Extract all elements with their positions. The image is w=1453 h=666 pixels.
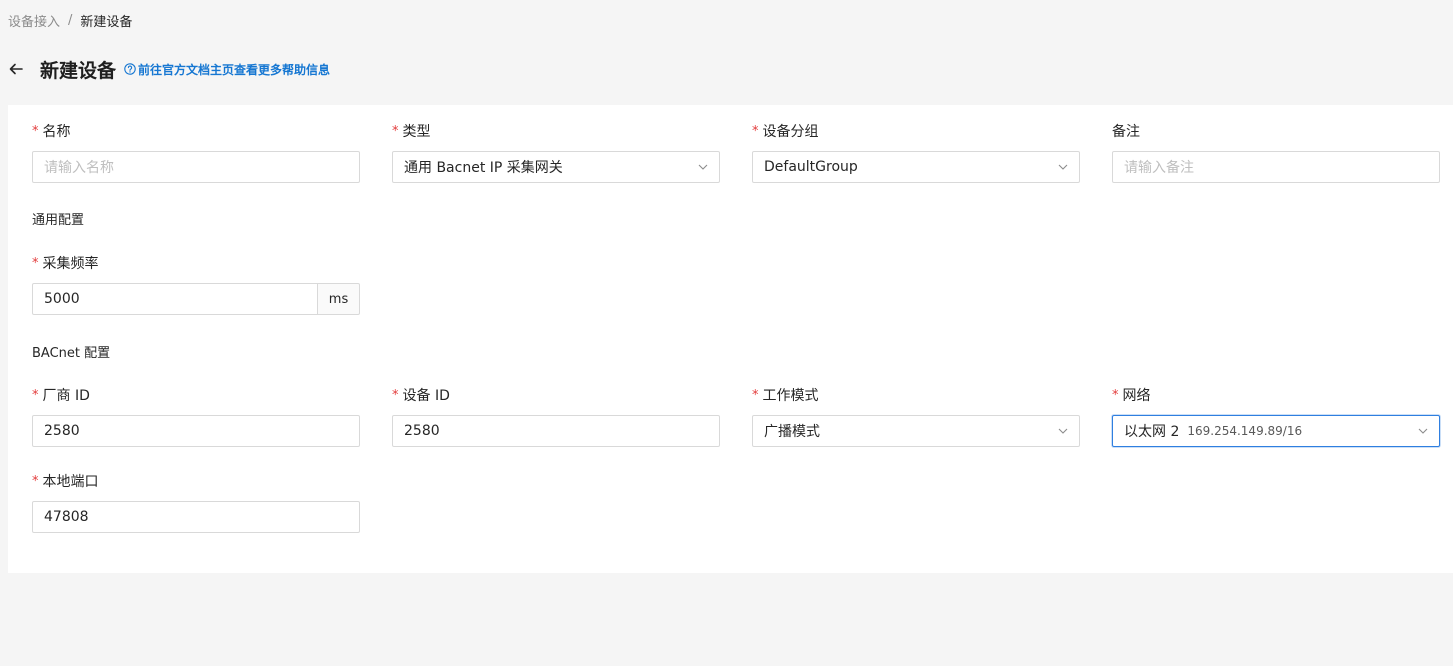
vendor-id-value: 2580 xyxy=(44,423,80,439)
required-mark: * xyxy=(392,388,399,403)
device-id-input[interactable]: 2580 xyxy=(392,415,720,447)
name-input[interactable]: 请输入名称 xyxy=(32,151,360,183)
page-header: 新建设备 前往官方文档主页查看更多帮助信息 xyxy=(8,55,330,83)
type-value: 通用 Bacnet IP 采集网关 xyxy=(404,160,563,176)
page-title: 新建设备 xyxy=(40,59,117,82)
network-label: 网络 xyxy=(1122,388,1151,404)
device-form: * 名称 请输入名称 * 类型 通用 Bacnet IP 采集网关 * 设备分组 De… xyxy=(8,105,1453,573)
frequency-input[interactable]: 5000 xyxy=(32,283,318,315)
frequency-label: 采集频率 xyxy=(42,256,99,272)
chevron-down-icon xyxy=(1058,428,1068,434)
remark-label: 备注 xyxy=(1112,124,1140,140)
chevron-down-icon xyxy=(1058,164,1068,170)
general-config-title: 通用配置 xyxy=(32,213,85,228)
work-mode-field: * 工作模式 广播模式 xyxy=(752,386,1080,447)
bacnet-config-title: BACnet 配置 xyxy=(32,346,111,361)
required-mark: * xyxy=(752,124,759,139)
frequency-unit: ms xyxy=(318,283,360,315)
remark-field: 备注 请输入备注 xyxy=(1112,122,1440,183)
work-mode-select[interactable]: 广播模式 xyxy=(752,415,1080,447)
type-label: 类型 xyxy=(402,124,431,140)
network-ip: 169.254.149.89/16 xyxy=(1187,424,1303,438)
type-select[interactable]: 通用 Bacnet IP 采集网关 xyxy=(392,151,720,183)
work-mode-value: 广播模式 xyxy=(764,424,820,440)
chevron-down-icon xyxy=(1418,428,1428,434)
breadcrumb: 设备接入 / 新建设备 xyxy=(8,11,132,30)
required-mark: * xyxy=(32,474,39,489)
local-port-input[interactable]: 47808 xyxy=(32,501,360,533)
required-mark: * xyxy=(32,388,39,403)
local-port-value: 47808 xyxy=(44,509,89,525)
chevron-down-icon xyxy=(698,164,708,170)
question-circle-icon xyxy=(124,63,136,75)
arrow-left-icon[interactable] xyxy=(8,61,24,77)
required-mark: * xyxy=(32,124,39,139)
network-value: 以太网 2 xyxy=(1124,424,1180,440)
vendor-id-label: 厂商 ID xyxy=(42,388,90,404)
vendor-id-field: * 厂商 ID 2580 xyxy=(32,386,360,447)
group-select[interactable]: DefaultGroup xyxy=(752,151,1080,183)
vendor-id-input[interactable]: 2580 xyxy=(32,415,360,447)
local-port-field: * 本地端口 47808 xyxy=(32,472,360,533)
group-label: 设备分组 xyxy=(762,124,819,140)
device-id-label: 设备 ID xyxy=(402,388,450,404)
remark-input[interactable]: 请输入备注 xyxy=(1112,151,1440,183)
help-doc-link[interactable]: 前往官方文档主页查看更多帮助信息 xyxy=(124,61,330,78)
device-id-field: * 设备 ID 2580 xyxy=(392,386,720,447)
breadcrumb-parent[interactable]: 设备接入 xyxy=(8,11,60,30)
breadcrumb-current: 新建设备 xyxy=(80,15,133,30)
help-link-text: 前往官方文档主页查看更多帮助信息 xyxy=(138,62,331,77)
network-field: * 网络 以太网 2 169.254.149.89/16 xyxy=(1112,386,1440,447)
name-placeholder: 请输入名称 xyxy=(44,160,114,176)
device-id-value: 2580 xyxy=(404,423,440,439)
breadcrumb-separator: / xyxy=(68,13,73,28)
type-field: * 类型 通用 Bacnet IP 采集网关 xyxy=(392,122,720,183)
remark-placeholder: 请输入备注 xyxy=(1124,160,1194,176)
group-value: DefaultGroup xyxy=(764,159,858,175)
work-mode-label: 工作模式 xyxy=(762,388,819,404)
name-field: * 名称 请输入名称 xyxy=(32,122,360,183)
network-select[interactable]: 以太网 2 169.254.149.89/16 xyxy=(1112,415,1440,447)
local-port-label: 本地端口 xyxy=(42,474,99,490)
required-mark: * xyxy=(392,124,399,139)
group-field: * 设备分组 DefaultGroup xyxy=(752,122,1080,183)
required-mark: * xyxy=(32,256,39,271)
frequency-field: * 采集频率 5000 ms xyxy=(32,254,360,315)
frequency-value: 5000 xyxy=(44,291,80,307)
name-label: 名称 xyxy=(42,124,71,140)
required-mark: * xyxy=(1112,388,1119,403)
required-mark: * xyxy=(752,388,759,403)
